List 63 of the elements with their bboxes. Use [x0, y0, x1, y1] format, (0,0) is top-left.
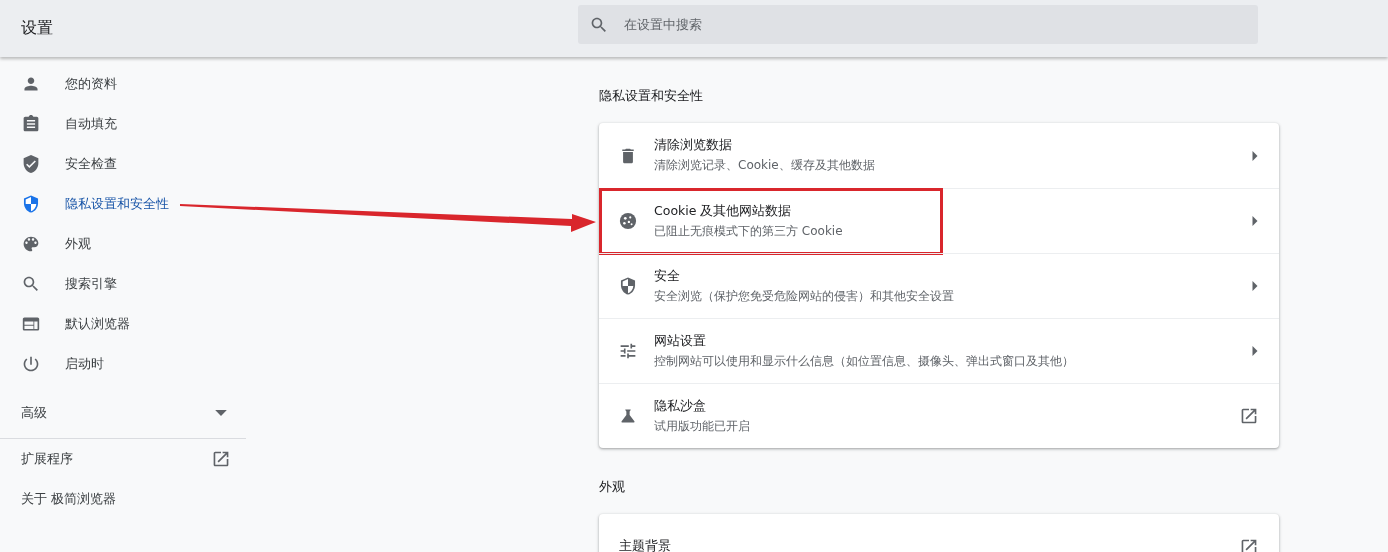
row-subtitle: 试用版功能已开启	[654, 417, 751, 435]
sidebar-item[interactable]: 搜索引擎	[0, 264, 246, 304]
external-link-icon	[1240, 537, 1258, 552]
power-icon	[22, 355, 40, 373]
row-subtitle: 安全浏览（保护您免受危险网站的侵害）和其他安全设置	[654, 287, 955, 305]
sidebar-item[interactable]: 安全检查	[0, 144, 246, 184]
chevron-icon	[1252, 216, 1258, 226]
search-field[interactable]: 在设置中搜索	[578, 5, 1258, 44]
sidebar-label: 搜索引擎	[65, 275, 117, 293]
chevron-icon	[1252, 281, 1258, 291]
external-link-icon	[212, 450, 230, 468]
settings-row[interactable]: 网站设置 控制网站可以使用和显示什么信息（如位置信息、摄像头、弹出式窗口及其他）	[599, 318, 1279, 383]
section-title: 隐私设置和安全性	[599, 87, 704, 105]
settings-row[interactable]: 安全 安全浏览（保护您免受危险网站的侵害）和其他安全设置	[599, 253, 1279, 318]
chevron-icon	[1252, 346, 1258, 356]
row-title: Cookie 及其他网站数据	[654, 202, 793, 220]
row-subtitle: 控制网站可以使用和显示什么信息（如位置信息、摄像头、弹出式窗口及其他）	[654, 352, 1075, 370]
settings-row[interactable]: Cookie 及其他网站数据 已阻止无痕模式下的第三方 Cookie	[599, 188, 1279, 253]
advanced-toggle[interactable]: 高级	[0, 388, 246, 439]
sidebar-label: 启动时	[65, 355, 104, 373]
row-title: 清除浏览数据	[654, 137, 733, 154]
search-icon	[22, 275, 40, 293]
browser-window-icon	[22, 315, 40, 333]
row-title: 隐私沙盒	[654, 397, 707, 415]
sidebar-item[interactable]: 自动填充	[0, 104, 246, 144]
shield-icon	[22, 195, 40, 213]
sidebar-link[interactable]: 扩展程序	[21, 450, 73, 468]
clipboard-icon	[22, 115, 40, 133]
sidebar-item[interactable]: 隐私设置和安全性	[0, 184, 246, 224]
cookie-icon	[619, 212, 637, 230]
settings-row[interactable]: 清除浏览数据 清除浏览记录、Cookie、缓存及其他数据	[599, 123, 1279, 188]
person-icon	[22, 75, 40, 93]
chevron-icon	[1252, 150, 1258, 161]
sidebar-item[interactable]: 外观	[0, 224, 246, 264]
shield-check-icon	[22, 155, 40, 173]
shield-icon	[619, 277, 637, 295]
flask-icon	[619, 407, 637, 425]
search-icon	[590, 15, 608, 34]
palette-icon	[22, 235, 40, 253]
sidebar-label: 您的资料	[65, 75, 117, 93]
external-link-icon	[1240, 407, 1258, 425]
row-title: 主题背景	[619, 538, 672, 552]
trash-icon	[619, 146, 637, 165]
settings-row[interactable]: 主题背景	[599, 514, 1279, 552]
sidebar-item[interactable]: 默认浏览器	[0, 304, 246, 344]
settings-row[interactable]: 隐私沙盒 试用版功能已开启	[599, 383, 1279, 448]
sidebar-label: 安全检查	[65, 155, 117, 173]
section-title: 外观	[599, 478, 626, 496]
sidebar-item[interactable]: 您的资料	[0, 64, 246, 104]
row-subtitle: 已阻止无痕模式下的第三方 Cookie	[654, 222, 844, 240]
sidebar-label: 自动填充	[65, 115, 117, 133]
sidebar-label: 隐私设置和安全性	[65, 195, 169, 213]
row-title: 网站设置	[654, 332, 707, 350]
sliders-icon	[619, 342, 637, 360]
search-input[interactable]: 在设置中搜索	[622, 16, 1258, 33]
sidebar-item[interactable]: 启动时	[0, 344, 246, 384]
sidebar-label: 默认浏览器	[65, 315, 130, 333]
row-title: 安全	[654, 267, 681, 285]
sidebar-label: 外观	[65, 235, 91, 253]
row-subtitle: 清除浏览记录、Cookie、缓存及其他数据	[654, 157, 876, 174]
page-title: 设置	[21, 18, 53, 37]
sidebar-link[interactable]: 关于 极简浏览器	[21, 490, 117, 508]
advanced-label: 高级	[21, 404, 47, 422]
